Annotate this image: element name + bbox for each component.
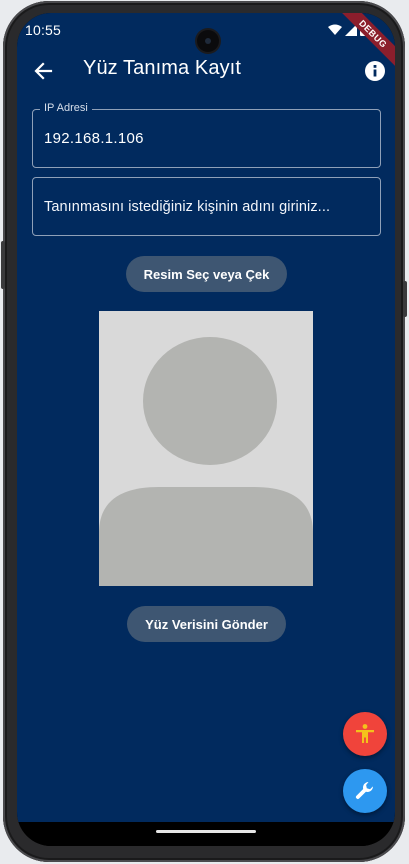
ip-address-value: 192.168.1.106 <box>44 130 144 147</box>
volume-button <box>1 241 5 289</box>
image-preview-placeholder <box>99 311 313 586</box>
person-name-field[interactable]: Tanınmasını istediğiniz kişinin adını gi… <box>32 177 381 236</box>
system-nav-bar <box>17 822 395 846</box>
phone-frame: 10:55 DEBUG Yüz Tanıma Kayıt IP Adresi 1… <box>1 1 407 862</box>
pick-image-button[interactable]: Resim Seç veya Çek <box>126 256 287 292</box>
info-button[interactable] <box>361 57 389 85</box>
power-button <box>403 281 407 317</box>
wrench-icon <box>355 782 374 799</box>
status-bar: 10:55 DEBUG <box>17 13 395 71</box>
send-face-data-button[interactable]: Yüz Verisini Gönder <box>127 606 286 642</box>
app-root: 10:55 DEBUG Yüz Tanıma Kayıt IP Adresi 1… <box>17 13 395 822</box>
app-bar: Yüz Tanıma Kayıt <box>17 49 395 93</box>
person-silhouette-icon <box>99 337 313 586</box>
phone-screen: 10:55 DEBUG Yüz Tanıma Kayıt IP Adresi 1… <box>17 13 395 846</box>
person-name-placeholder: Tanınmasını istediğiniz kişinin adını gi… <box>44 199 331 215</box>
page-title: Yüz Tanıma Kayıt <box>83 57 241 79</box>
arrow-left-icon <box>34 62 53 80</box>
ip-address-label: IP Adresi <box>40 102 92 114</box>
info-icon <box>365 61 385 81</box>
tools-fab[interactable] <box>343 769 387 813</box>
wifi-icon <box>328 24 342 35</box>
status-time: 10:55 <box>25 22 62 38</box>
back-button[interactable] <box>29 57 57 85</box>
accessibility-fab[interactable] <box>343 712 387 756</box>
home-indicator[interactable] <box>156 830 256 833</box>
accessibility-icon <box>356 724 374 743</box>
ip-address-field[interactable]: IP Adresi 192.168.1.106 <box>32 102 381 168</box>
